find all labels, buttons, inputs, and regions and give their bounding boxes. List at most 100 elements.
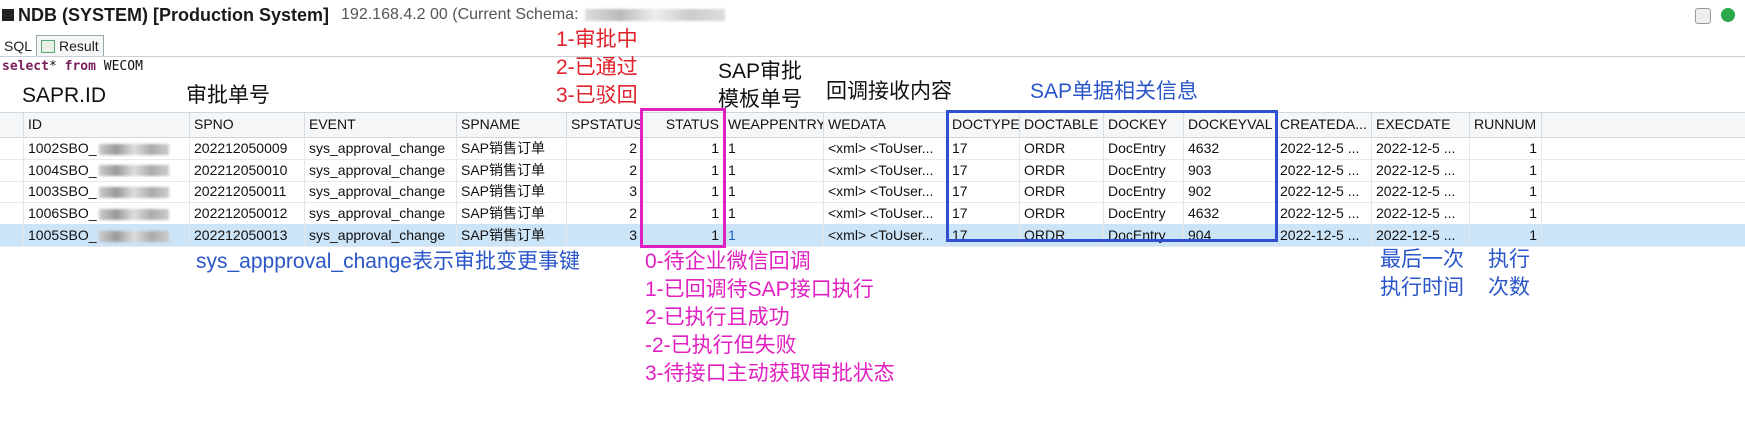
col-wedata[interactable]: WEDATA	[824, 113, 948, 137]
cell-weappentry[interactable]: 1	[724, 180, 824, 203]
cell-text: 2022-12-5 ...	[1280, 226, 1360, 243]
sap-info-highlight-box	[946, 110, 1278, 242]
col-createdate[interactable]: CREATEDA...	[1276, 113, 1372, 137]
cell-spno[interactable]: 202212050010	[190, 158, 305, 181]
cell-text: 2022-12-5 ...	[1280, 183, 1360, 200]
row-header[interactable]	[0, 180, 24, 203]
status-code-2: 2-已执行且成功	[645, 306, 790, 329]
cell-id[interactable]: 1005SBO_	[24, 223, 190, 246]
cell-spno[interactable]: 202212050009	[190, 137, 305, 159]
cell-wedata[interactable]: <xml> <ToUser...	[824, 137, 948, 159]
cell-spstatus[interactable]: 2	[567, 202, 642, 225]
anno-sap-info: SAP单据相关信息	[1030, 80, 1199, 103]
cell-spname[interactable]: SAP销售订单	[457, 180, 567, 203]
cell-id[interactable]: 1003SBO_	[24, 180, 190, 203]
cell-id[interactable]: 1006SBO_	[24, 202, 190, 225]
cell-runnum[interactable]: 1	[1470, 180, 1542, 203]
cell-spname[interactable]: SAP销售订单	[457, 137, 567, 159]
cell-id[interactable]: 1002SBO_	[24, 137, 190, 159]
cell-weappentry[interactable]: 1	[724, 137, 824, 159]
anno-sapr-id: SAPR.ID	[22, 84, 107, 107]
cell-text: 1005SBO_	[28, 226, 97, 243]
cell-spstatus[interactable]: 2	[567, 137, 642, 159]
cell-text: 202212050009	[194, 140, 288, 156]
cell-text: 1	[728, 161, 736, 178]
cell-execdate[interactable]: 2022-12-5 ...	[1372, 223, 1470, 246]
cell-text: 2022-12-5 ...	[1280, 140, 1360, 156]
cell-wedata[interactable]: <xml> <ToUser...	[824, 223, 948, 246]
tab-result-label: Result	[59, 38, 99, 54]
run-icon[interactable]	[1721, 8, 1735, 22]
row-header[interactable]	[0, 137, 24, 159]
cell-text: <xml> <ToUser...	[828, 205, 934, 222]
cell-spno[interactable]: 202212050013	[190, 223, 305, 246]
cell-runnum[interactable]: 1	[1470, 137, 1542, 159]
tab-result[interactable]: Result	[36, 35, 104, 56]
table-row[interactable]: 1004SBO_ 202212050010 sys_approval_change S…	[0, 158, 1745, 182]
col-execdate[interactable]: EXECDATE	[1372, 113, 1470, 137]
table-row[interactable]: 1006SBO_ 202212050012 sys_approval_change S…	[0, 202, 1745, 226]
cell-text: 202212050013	[194, 226, 288, 243]
cell-wedata[interactable]: <xml> <ToUser...	[824, 158, 948, 181]
cell-weappentry[interactable]: 1	[724, 223, 824, 246]
cell-createdate[interactable]: 2022-12-5 ...	[1276, 202, 1372, 225]
cell-runnum[interactable]: 1	[1470, 223, 1542, 246]
row-header[interactable]	[0, 202, 24, 225]
cell-wedata[interactable]: <xml> <ToUser...	[824, 202, 948, 225]
cell-text: SAP销售订单	[461, 226, 546, 243]
cell-event[interactable]: sys_approval_change	[305, 180, 457, 203]
cell-weappentry[interactable]: 1	[724, 158, 824, 181]
cell-text: 202212050010	[194, 161, 288, 178]
col-runnum[interactable]: RUNNUM	[1470, 113, 1542, 137]
col-weappentry[interactable]: WEAPPENTRY	[724, 113, 824, 137]
anno-last-exec: 最后一次 执行时间	[1380, 246, 1464, 302]
row-header-corner	[0, 113, 24, 137]
table-row[interactable]: 1002SBO_ 202212050009 sys_approval_change S…	[0, 137, 1745, 160]
col-event[interactable]: EVENT	[305, 113, 457, 137]
cell-execdate[interactable]: 2022-12-5 ...	[1372, 158, 1470, 181]
cell-execdate[interactable]: 2022-12-5 ...	[1372, 202, 1470, 225]
cell-spname[interactable]: SAP销售订单	[457, 223, 567, 246]
table-row[interactable]: 1003SBO_ 202212050011 sys_approval_change S…	[0, 180, 1745, 204]
cell-spno[interactable]: 202212050011	[190, 180, 305, 203]
cell-createdate[interactable]: 2022-12-5 ...	[1276, 137, 1372, 159]
disconnect-icon[interactable]	[1695, 8, 1711, 24]
cell-runnum[interactable]: 1	[1470, 158, 1542, 181]
cell-runnum[interactable]: 1	[1470, 202, 1542, 225]
cell-execdate[interactable]: 2022-12-5 ...	[1372, 180, 1470, 203]
cell-event[interactable]: sys_approval_change	[305, 202, 457, 225]
cell-spstatus[interactable]: 3	[567, 180, 642, 203]
row-header[interactable]	[0, 223, 24, 246]
cell-spstatus[interactable]: 2	[567, 158, 642, 181]
row-header[interactable]	[0, 158, 24, 181]
cell-id[interactable]: 1004SBO_	[24, 158, 190, 181]
col-spname[interactable]: SPNAME	[457, 113, 567, 137]
cell-weappentry[interactable]: 1	[724, 202, 824, 225]
cell-event[interactable]: sys_approval_change	[305, 223, 457, 246]
redacted-id	[98, 165, 169, 177]
col-id[interactable]: ID	[24, 113, 190, 137]
cell-text: 2022-12-5 ...	[1376, 161, 1456, 178]
cell-text: 3	[629, 226, 637, 243]
cell-spstatus[interactable]: 3	[567, 223, 642, 246]
cell-createdate[interactable]: 2022-12-5 ...	[1276, 158, 1372, 181]
anno-template-line2: 模板单号	[718, 88, 802, 111]
table-row[interactable]: 1005SBO_ 202212050013 sys_approval_change S…	[0, 223, 1745, 247]
col-spno[interactable]: SPNO	[190, 113, 305, 137]
cell-spno[interactable]: 202212050012	[190, 202, 305, 225]
tab-sql[interactable]: SQL	[0, 36, 36, 56]
cell-execdate[interactable]: 2022-12-5 ...	[1372, 137, 1470, 159]
grid-header: ID SPNO EVENT SPNAME SPSTATUS STATUS WEA…	[0, 112, 1745, 138]
cell-createdate[interactable]: 2022-12-5 ...	[1276, 223, 1372, 246]
cell-createdate[interactable]: 2022-12-5 ...	[1276, 180, 1372, 203]
cell-text: 2022-12-5 ...	[1376, 183, 1456, 200]
cell-spname[interactable]: SAP销售订单	[457, 158, 567, 181]
cell-text: SAP销售订单	[461, 183, 546, 200]
cell-event[interactable]: sys_approval_change	[305, 158, 457, 181]
cell-wedata[interactable]: <xml> <ToUser...	[824, 180, 948, 203]
cell-spname[interactable]: SAP销售订单	[457, 202, 567, 225]
col-spstatus[interactable]: SPSTATUS	[567, 113, 642, 137]
cell-text: sys_approval_change	[309, 226, 446, 243]
cell-text: 1	[1529, 205, 1537, 222]
cell-event[interactable]: sys_approval_change	[305, 137, 457, 159]
